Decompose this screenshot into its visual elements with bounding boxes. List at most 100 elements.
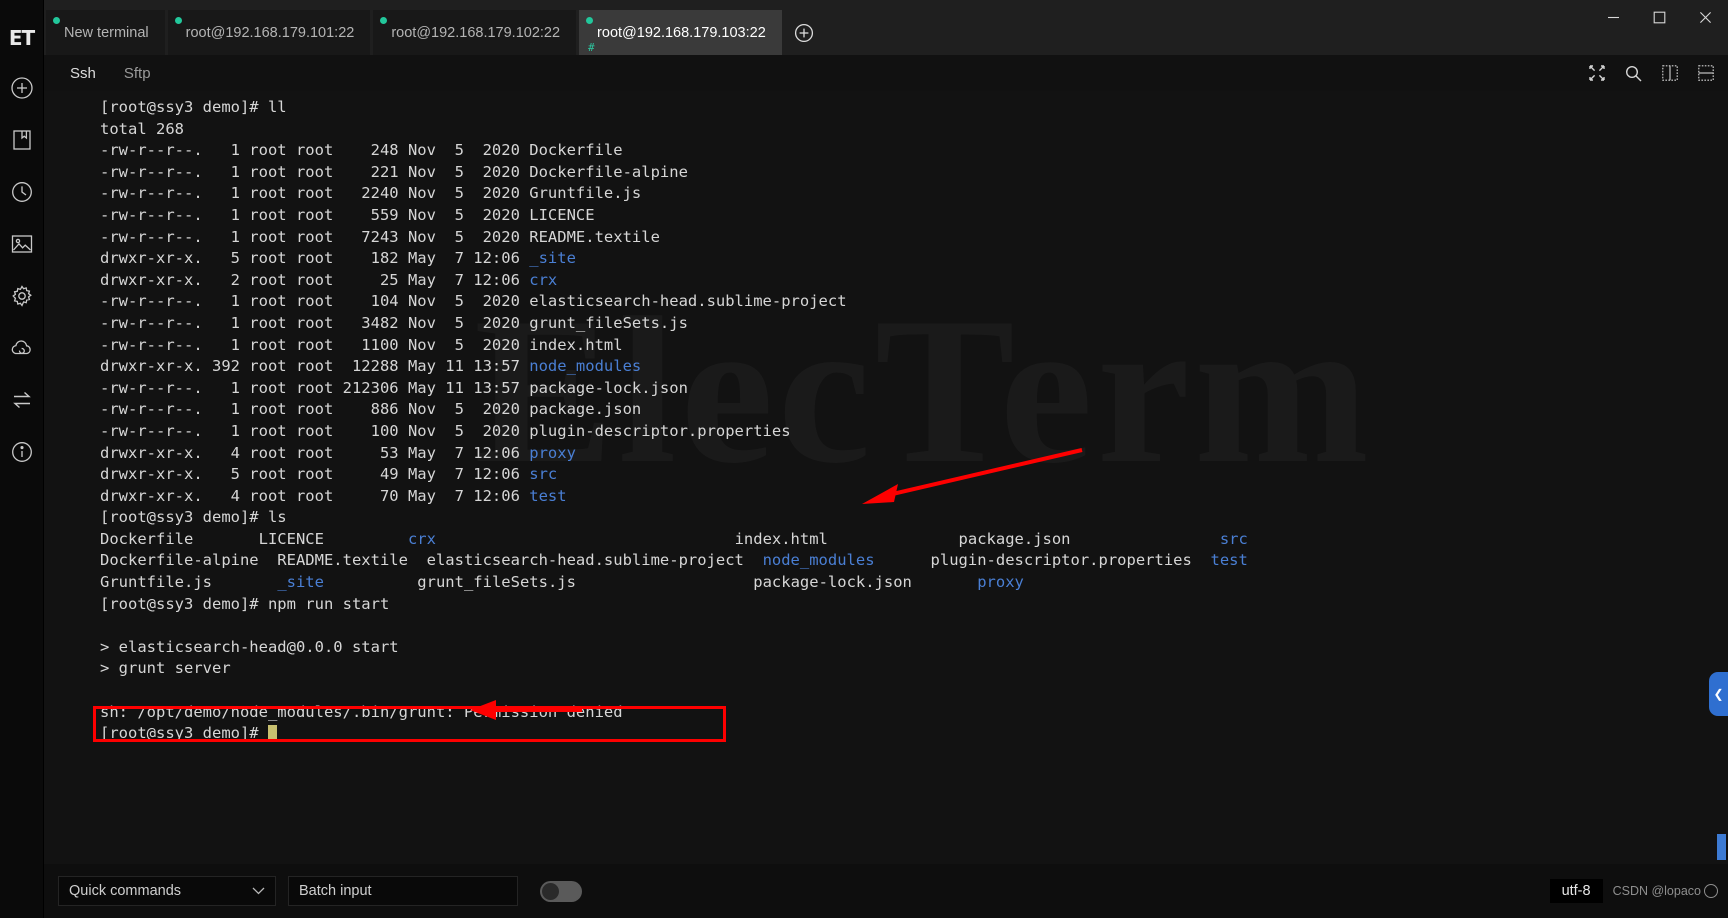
terminal-line: [root@ssy3 demo]# ll [100,97,1728,119]
maximize-button[interactable] [1636,0,1682,34]
tab-new-terminal[interactable]: New terminal [46,10,165,55]
close-button[interactable] [1682,0,1728,34]
left-rail: ET [0,0,44,918]
terminal-text: drwxr-xr-x. 5 root root 49 May 7 12:06 [100,465,530,484]
directory-entry: crx [407,529,436,548]
batch-input-label: Batch input [299,883,372,899]
tab-label: root@192.168.179.102:22 [391,24,561,41]
terminal-output[interactable]: ElecTerm [root@ssy3 demo]# lltotal 268-r… [44,91,1728,864]
info-icon[interactable] [2,426,42,478]
terminal-line: sh: /opt/demo/node_modules/.bin/grunt: P… [100,702,1728,724]
terminal-line: Gruntfile.js _site grunt_fileSets.js pac… [100,572,1728,594]
bottom-right-status: utf-8 CSDN @lopaco [1549,864,1718,918]
bookmark-icon[interactable] [2,114,42,166]
batch-input-field[interactable]: Batch input [288,876,518,906]
terminal-text: drwxr-xr-x. 4 root root 70 May 7 12:06 [100,486,530,505]
tab-root-101[interactable]: root@192.168.179.101:22 [167,10,371,55]
terminal-text: drwxr-xr-x. 4 root root 53 May 7 12:06 [100,443,530,462]
history-icon[interactable] [2,166,42,218]
batch-input-toggle[interactable] [540,880,582,902]
encoding-status[interactable]: utf-8 [1549,879,1603,903]
window-controls [1590,0,1728,34]
csdn-watermark-text: CSDN @lopaco [1612,884,1701,898]
tab-label: root@192.168.179.101:22 [185,24,355,41]
tab-ssh[interactable]: Ssh [56,63,110,84]
terminal-text: > grunt server [100,659,231,678]
directory-entry: test [529,486,567,505]
directory-entry: node_modules [762,551,875,570]
quick-commands-label: Quick commands [69,883,182,899]
terminal-text: -rw-r--r--. 1 root root 248 Nov 5 2020 D… [100,141,623,160]
tab-status-dot [586,17,594,24]
toggle-knob [542,882,559,900]
terminal-text: -rw-r--r--. 1 root root 100 Nov 5 2020 p… [100,421,791,440]
split-horizontal-icon[interactable] [1698,65,1714,81]
minimize-button[interactable] [1590,0,1636,34]
tab-root-102[interactable]: root@192.168.179.102:22 [373,10,577,55]
terminal-text: Dockerfile-alpine README.textile elastic… [100,551,763,570]
terminal-line: drwxr-xr-x. 2 root root 25 May 7 12:06 c… [100,270,1728,292]
terminal-text: drwxr-xr-x. 5 root root 182 May 7 12:06 [100,249,530,268]
electerm-window: ET New terminal root@192.168.179.101:22 … [0,0,1728,918]
terminal-text: drwxr-xr-x. 392 root root 12288 May 11 1… [100,357,530,376]
terminal-text: -rw-r--r--. 1 root root 7243 Nov 5 2020 … [100,227,660,246]
quick-commands-select[interactable]: Quick commands [58,876,276,906]
terminal-text: -rw-r--r--. 1 root root 886 Nov 5 2020 p… [100,400,642,419]
tab-status-dot [53,17,60,24]
terminal-line: -rw-r--r--. 1 root root 221 Nov 5 2020 D… [100,162,1728,184]
toolbar-icons [1589,55,1714,91]
terminal-text: -rw-r--r--. 1 root root 2240 Nov 5 2020 … [100,184,642,203]
tab-label: New terminal [64,24,149,41]
tab-status-dot [380,17,388,24]
terminal-line: -rw-r--r--. 1 root root 7243 Nov 5 2020 … [100,227,1728,249]
terminal-line: -rw-r--r--. 1 root root 248 Nov 5 2020 D… [100,140,1728,162]
terminal-line: Dockerfile-alpine README.textile elastic… [100,550,1728,572]
terminal-line: Dockerfile LICENCE crx index.html packag… [100,529,1728,551]
directory-entry: src [1219,529,1248,548]
settings-icon[interactable] [2,270,42,322]
terminal-text: [root@ssy3 demo]# [100,724,268,743]
collapse-panel-handle[interactable]: ❮ [1709,672,1728,716]
terminal-text: total 268 [100,119,184,138]
terminal-text: plugin-descriptor.properties [874,551,1211,570]
main-area: New terminal root@192.168.179.101:22 roo… [44,0,1728,918]
directory-entry: test [1210,551,1248,570]
tab-sftp[interactable]: Sftp [110,63,165,84]
terminal-line: drwxr-xr-x. 5 root root 182 May 7 12:06 … [100,248,1728,270]
add-tab-button[interactable] [785,10,823,55]
new-connection-icon[interactable] [2,62,42,114]
terminal-line: -rw-r--r--. 1 root root 886 Nov 5 2020 p… [100,399,1728,421]
search-icon[interactable] [1625,65,1642,82]
directory-entry: crx [529,270,558,289]
terminal-text: Gruntfile.js [100,573,278,592]
csdn-watermark: CSDN @lopaco [1613,884,1718,898]
cloud-icon[interactable] [2,322,42,374]
fullscreen-icon[interactable] [1589,65,1605,81]
terminal-text: index.html package.json [435,529,1220,548]
terminal-scrollbar[interactable] [1717,834,1726,860]
terminal-line: -rw-r--r--. 1 root root 1100 Nov 5 2020 … [100,335,1728,357]
image-icon[interactable] [2,218,42,270]
terminal-text: -rw-r--r--. 1 root root 212306 May 11 13… [100,378,688,397]
terminal-cursor [267,725,277,741]
terminal-text: sh: /opt/demo/node_modules/.bin/grunt: P… [100,702,623,721]
tab-status-dot [174,17,182,24]
terminal-line: -rw-r--r--. 1 root root 2240 Nov 5 2020 … [100,183,1728,205]
terminal-line: -rw-r--r--. 1 root root 104 Nov 5 2020 e… [100,291,1728,313]
terminal-text: > elasticsearch-head@0.0.0 start [100,637,399,656]
transfer-icon[interactable] [2,374,42,426]
tab-sublabel: # [588,41,595,54]
split-vertical-icon[interactable] [1662,65,1678,81]
terminal-line: -rw-r--r--. 1 root root 100 Nov 5 2020 p… [100,421,1728,443]
tab-root-103[interactable]: root@192.168.179.103:22 # [579,10,782,55]
app-logo-icon: ET [8,26,35,50]
title-bar: New terminal root@192.168.179.101:22 roo… [44,0,1728,55]
terminal-text: grunt_fileSets.js package-lock.json [323,573,978,592]
terminal-line: > elasticsearch-head@0.0.0 start [100,637,1728,659]
terminal-text: -rw-r--r--. 1 root root 3482 Nov 5 2020 … [100,313,688,332]
terminal-line: [root@ssy3 demo]# npm run start [100,594,1728,616]
terminal-text: -rw-r--r--. 1 root root 559 Nov 5 2020 L… [100,205,595,224]
terminal-lines: [root@ssy3 demo]# ll total 268 -rw-r--r--.… [100,97,1728,745]
